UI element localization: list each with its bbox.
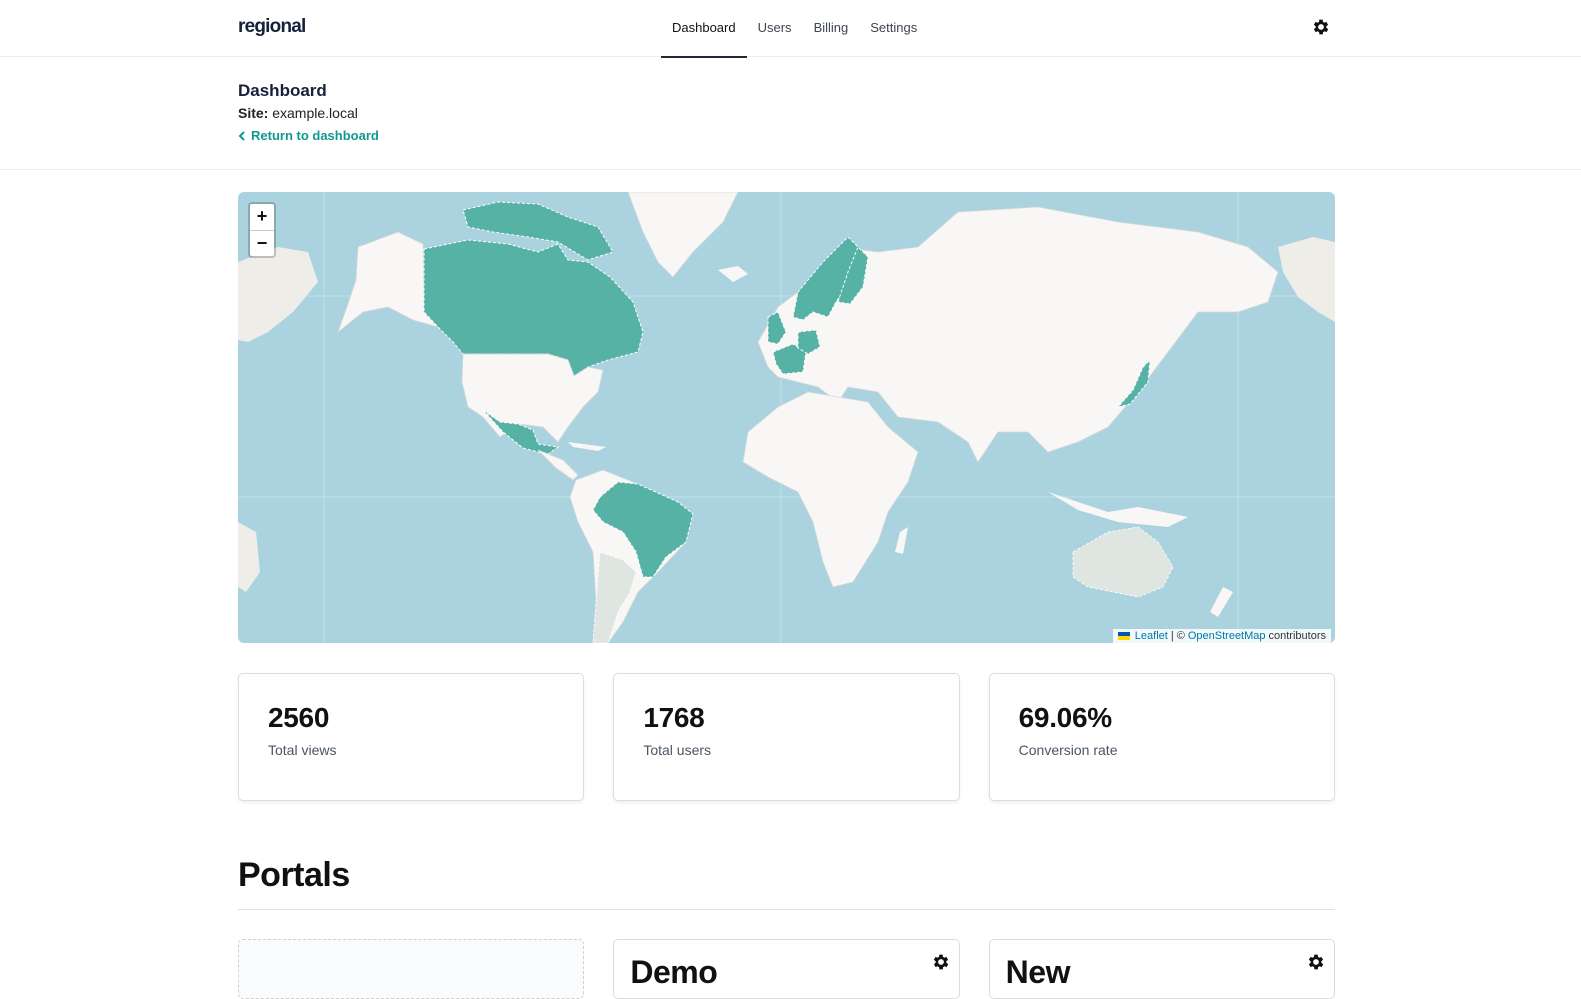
zoom-control: + − (248, 202, 276, 258)
portal-list: Demo New (238, 939, 1335, 999)
leaflet-link[interactable]: Leaflet (1135, 630, 1168, 642)
land-greenland (627, 192, 739, 278)
stats-row: 2560 Total views 1768 Total users 69.06%… (238, 673, 1335, 801)
land-australia (1072, 526, 1174, 598)
nav-item-dashboard[interactable]: Dashboard (661, 0, 747, 58)
land-iceland (718, 266, 748, 282)
add-portal-card[interactable] (238, 939, 585, 999)
land-africa (742, 391, 919, 588)
page-header: Dashboard Site: example.local Return to … (0, 57, 1581, 170)
stat-card-conversion-rate: 69.06% Conversion rate (988, 673, 1335, 801)
openstreetmap-link[interactable]: OpenStreetMap (1188, 630, 1266, 642)
site-label: Site: (238, 105, 269, 121)
land-new-zealand (1210, 587, 1233, 617)
site-value: example.local (272, 105, 358, 121)
portals-heading: Portals (238, 856, 350, 894)
portal-card-new[interactable]: New (988, 939, 1335, 999)
land-alaska (337, 231, 440, 334)
stat-label: Total users (643, 742, 712, 758)
gear-icon[interactable] (931, 952, 951, 972)
gear-icon[interactable] (1306, 952, 1326, 972)
attribution-suffix: contributors (1268, 630, 1326, 642)
gear-icon[interactable] (1311, 17, 1331, 37)
nav-item-settings[interactable]: Settings (859, 0, 928, 57)
world-map[interactable]: + − Leaflet | © OpenStreetMap contributo… (238, 192, 1335, 643)
portal-card-demo[interactable]: Demo (613, 939, 960, 999)
stat-label: Conversion rate (1018, 742, 1118, 758)
main-nav: Dashboard Users Billing Settings (661, 0, 928, 58)
stat-card-total-users: 1768 Total users (613, 673, 960, 801)
stat-card-total-views: 2560 Total views (238, 673, 585, 801)
land-east-asia-wrap (238, 247, 318, 342)
land-madagascar (895, 527, 908, 554)
app-logo[interactable]: regional (238, 16, 306, 38)
stat-value: 1768 (643, 702, 705, 733)
site-info: Site: example.local (238, 105, 358, 121)
chevron-left-icon (238, 130, 245, 141)
return-link-label: Return to dashboard (251, 128, 379, 143)
return-to-dashboard-link[interactable]: Return to dashboard (238, 128, 379, 143)
stat-label: Total views (268, 742, 337, 758)
stat-value: 2560 (268, 702, 330, 733)
land-australia-wrap (238, 522, 260, 592)
zoom-out-button[interactable]: − (250, 230, 274, 256)
top-navigation: regional Dashboard Users Billing Setting… (0, 0, 1581, 58)
portal-name: New (1005, 954, 1071, 990)
land-caribbean (568, 442, 606, 451)
portal-name: Demo (630, 954, 718, 990)
land-central-america (537, 449, 579, 481)
page-title: Dashboard (238, 81, 327, 100)
ukraine-flag-icon (1117, 632, 1130, 640)
attribution-separator: | © (1170, 630, 1185, 642)
land-alaska-wrap (1278, 237, 1335, 322)
stat-value: 69.06% (1018, 702, 1112, 733)
zoom-in-button[interactable]: + (250, 204, 274, 230)
nav-item-users[interactable]: Users (747, 0, 803, 57)
map-tiles (238, 192, 1335, 643)
section-divider (238, 909, 1335, 910)
nav-item-billing[interactable]: Billing (803, 0, 860, 57)
map-attribution: Leaflet | © OpenStreetMap contributors (1112, 629, 1331, 643)
